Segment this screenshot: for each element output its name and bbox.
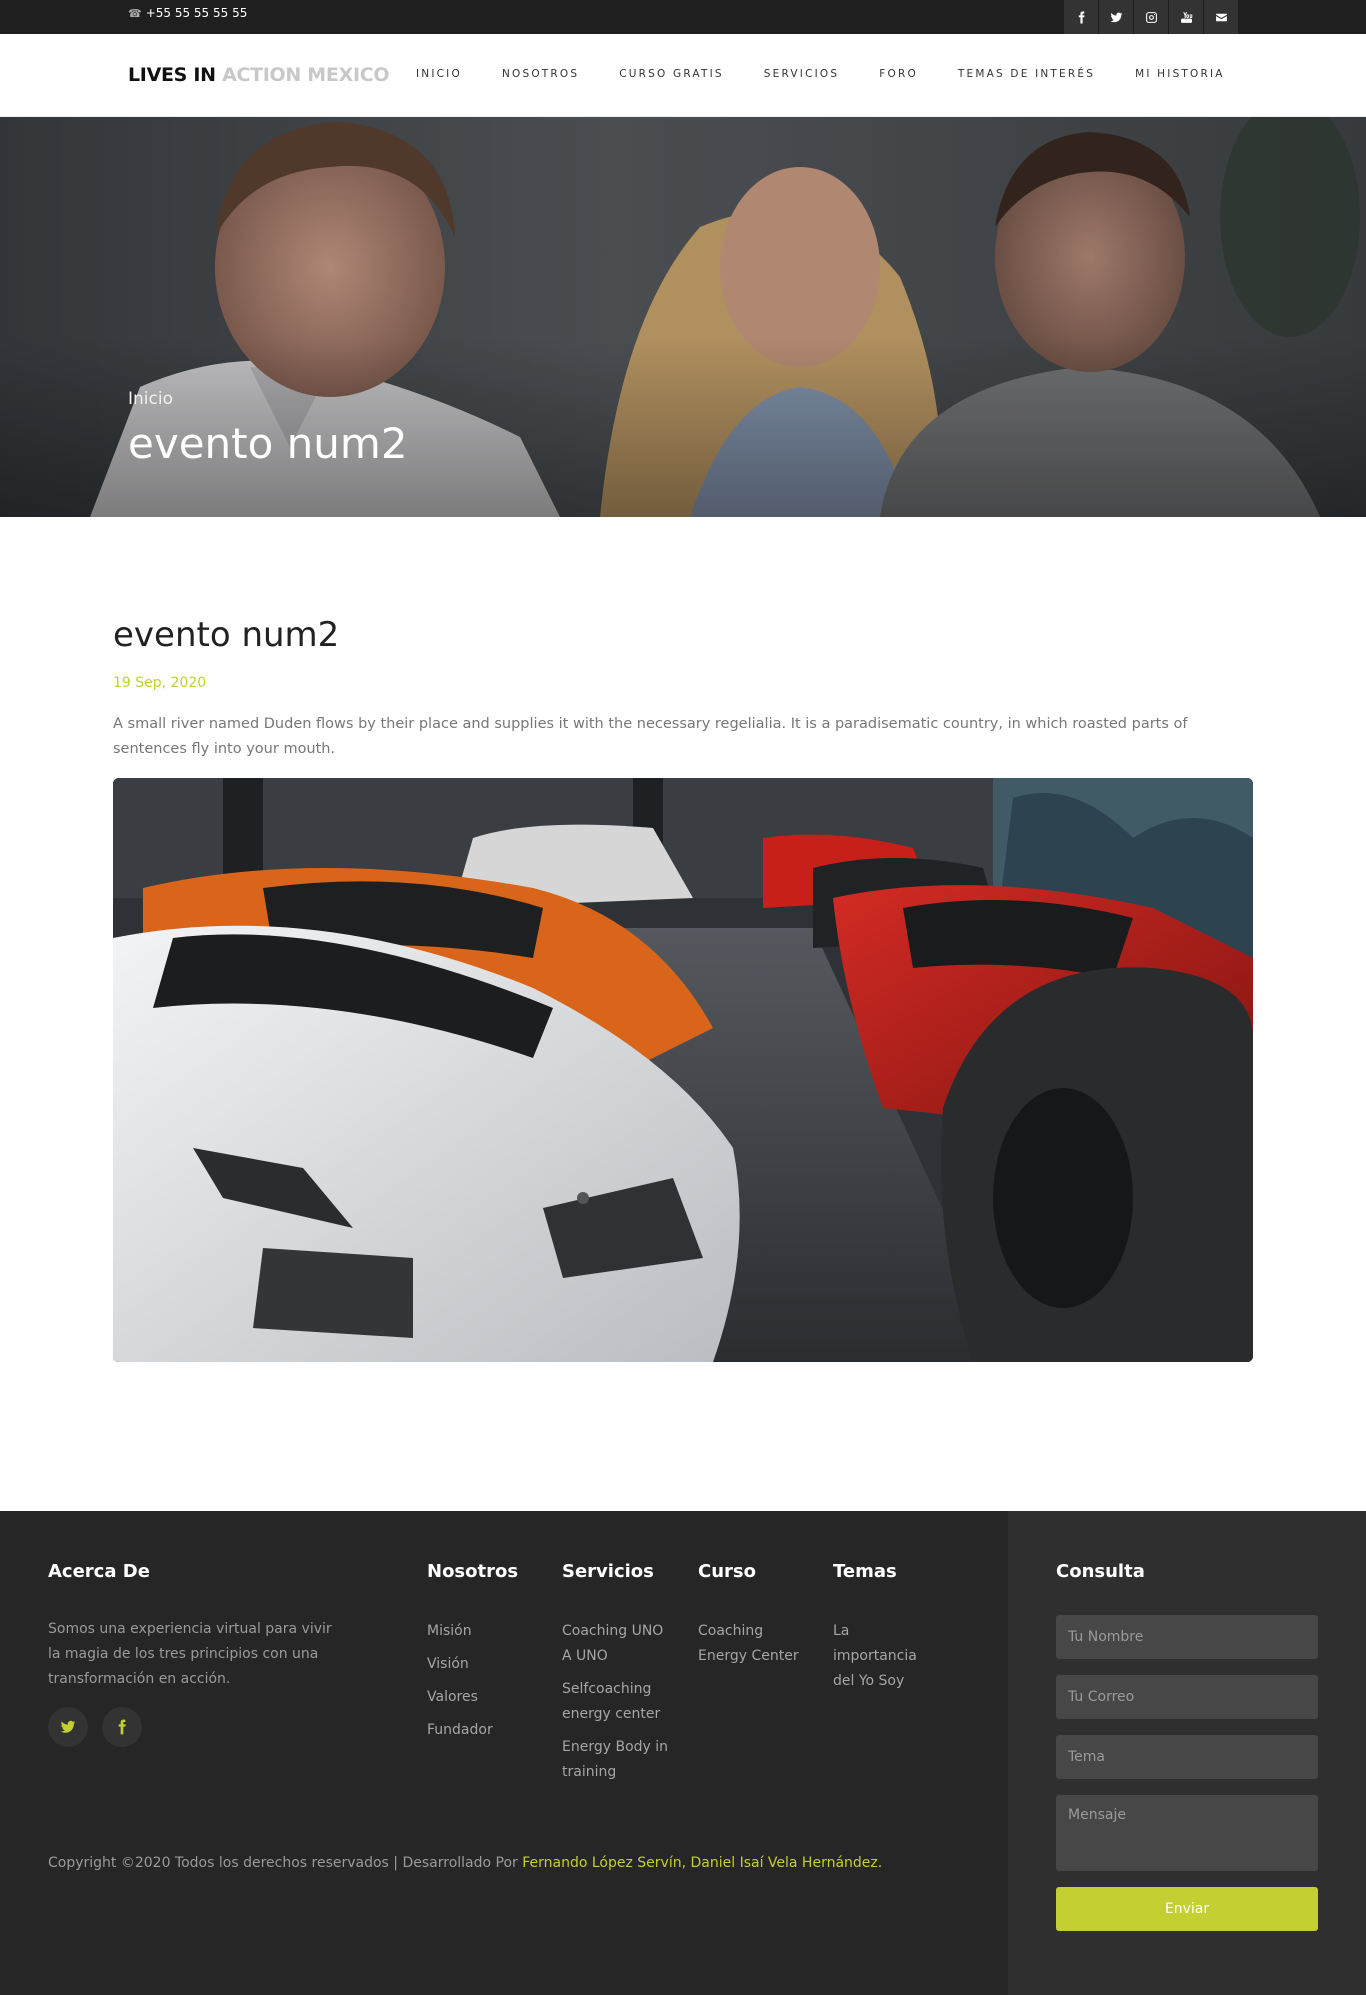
main-navbar: LIVES IN ACTION MEXICO INICIO NOSOTROS C… [0,34,1366,117]
authors-link[interactable]: Fernando López Servín, Daniel Isaí Vela … [522,1855,882,1871]
footer-link-coaching-energy-center[interactable]: Coaching Energy Center [698,1619,808,1669]
send-button[interactable]: Enviar [1056,1887,1318,1931]
footer-link-energy-body[interactable]: Energy Body in training [562,1735,674,1785]
footer-link-mision[interactable]: Misión [427,1619,537,1644]
post-text: A small river named Duden flows by their… [113,716,1188,757]
footer-servicios-heading: Servicios [562,1561,654,1582]
facebook-icon[interactable] [1063,0,1098,34]
nav-item-foro[interactable]: FORO [879,68,918,80]
logo-part1: LIVES IN [128,64,216,86]
phone-icon: ☎ [128,7,142,20]
footer-about-text: Somos una experiencia virtual para vivir… [48,1621,332,1687]
top-bar: ☎ +55 55 55 55 55 [0,0,1366,34]
footer-nosotros-heading: Nosotros [427,1561,519,1582]
nav-item-nosotros[interactable]: NOSOTROS [502,68,579,80]
subject-input[interactable] [1056,1735,1318,1779]
post-image [113,778,1253,1362]
envelope-icon[interactable] [1203,0,1238,34]
top-social-links [1063,0,1238,34]
footer-temas-list: La importancia del Yo Soy [833,1619,923,1702]
youtube-icon[interactable] [1168,0,1203,34]
post-date: 19 Sep, 2020 [113,675,207,691]
name-input[interactable] [1056,1615,1318,1659]
footer-about-heading: Acerca De [48,1561,150,1582]
main-menu: INICIO NOSOTROS CURSO GRATIS SERVICIOS F… [416,68,1265,80]
post-title: evento num2 [113,615,340,655]
footer-servicios-list: Coaching UNO A UNO Selfcoaching energy c… [562,1619,674,1793]
nav-item-mi-historia[interactable]: MI HISTORIA [1135,68,1225,80]
logo-part2: ACTION MEXICO [222,64,390,86]
copyright-text: Copyright ©2020 Todos los derechos reser… [48,1855,523,1871]
footer-link-selfcoaching[interactable]: Selfcoaching energy center [562,1677,674,1727]
footer-nosotros-list: Misión Visión Valores Fundador [427,1619,537,1751]
footer-twitter-icon[interactable] [48,1707,88,1747]
phone-contact[interactable]: ☎ +55 55 55 55 55 [128,6,247,20]
instagram-icon[interactable] [1133,0,1168,34]
footer-facebook-icon[interactable] [102,1707,142,1747]
message-textarea[interactable] [1056,1795,1318,1871]
nav-item-curso-gratis[interactable]: CURSO GRATIS [619,68,724,80]
phone-number: +55 55 55 55 55 [145,6,248,20]
nav-item-temas-de-interes[interactable]: TEMAS DE INTERÉS [958,68,1095,80]
twitter-icon[interactable] [1098,0,1133,34]
footer-temas-heading: Temas [833,1561,897,1582]
footer-link-fundador[interactable]: Fundador [427,1718,537,1743]
nav-item-inicio[interactable]: INICIO [416,68,462,80]
nav-item-servicios[interactable]: SERVICIOS [764,68,839,80]
footer-curso-list: Coaching Energy Center [698,1619,808,1677]
footer-link-valores[interactable]: Valores [427,1685,537,1710]
hero-banner: Inicio evento num2 [0,117,1366,517]
footer-link-yo-soy[interactable]: La importancia del Yo Soy [833,1619,923,1694]
site-logo[interactable]: LIVES IN ACTION MEXICO [128,64,390,86]
hero-title: evento num2 [128,419,408,468]
email-input[interactable] [1056,1675,1318,1719]
footer-consulta-heading: Consulta [1056,1561,1145,1582]
footer-link-coaching-uno-a-uno[interactable]: Coaching UNO A UNO [562,1619,674,1669]
footer-curso-heading: Curso [698,1561,756,1582]
copyright-line: Copyright ©2020 Todos los derechos reser… [48,1855,882,1871]
footer-link-vision[interactable]: Visión [427,1652,537,1677]
breadcrumb[interactable]: Inicio [128,389,173,409]
